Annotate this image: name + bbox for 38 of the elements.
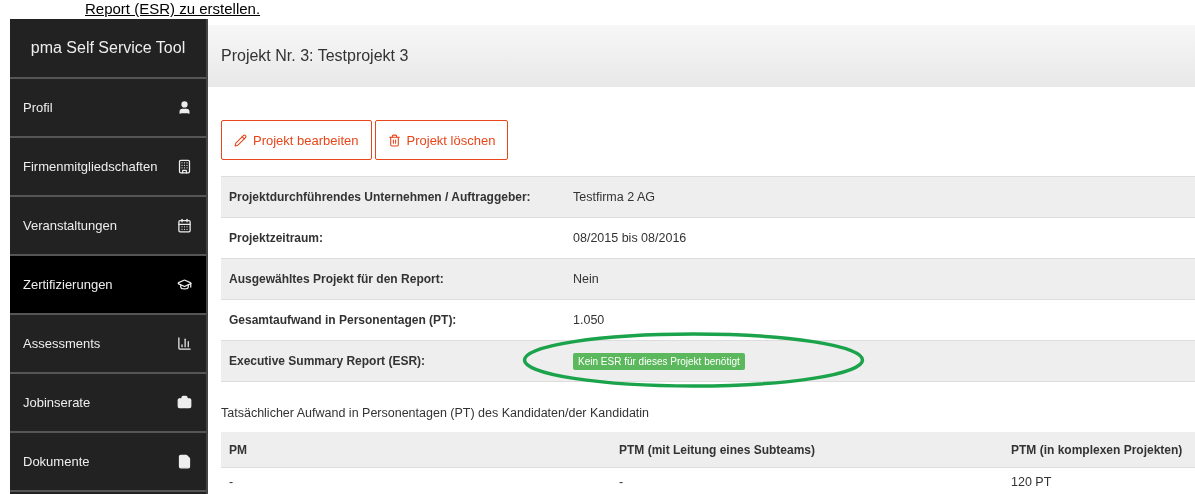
status-badge: Kein ESR für dieses Projekt benötigt bbox=[573, 352, 745, 370]
pencil-icon bbox=[234, 133, 247, 147]
table-cell-text: 120 PT bbox=[1010, 474, 1053, 491]
edit-button[interactable]: Projekt bearbeiten bbox=[221, 120, 372, 160]
trash-icon bbox=[387, 133, 401, 147]
user-icon bbox=[177, 100, 192, 115]
bar-chart-icon bbox=[177, 336, 192, 351]
column-header: PTM (mit Leitung eines Subteams) bbox=[611, 432, 1003, 468]
sidebar-item-label: Jobinserate bbox=[23, 395, 91, 410]
table-cell-text: - bbox=[228, 474, 235, 491]
sidebar-item-label: Assessments bbox=[23, 336, 101, 351]
detail-label: Projektzeitraum: bbox=[228, 231, 325, 245]
detail-label: Projektdurchführendes Unternehmen / Auftraggeber: bbox=[228, 190, 532, 204]
detail-value: 08/2015 bis 08/2016 bbox=[573, 231, 687, 245]
column-header: PTM (in komplexen Projekten) bbox=[1003, 432, 1195, 468]
delete-button[interactable]: Projekt löschen bbox=[374, 120, 509, 160]
table-cell-text: - bbox=[618, 474, 625, 491]
detail-value: Nein bbox=[573, 272, 599, 286]
graduation-cap-icon bbox=[177, 277, 192, 292]
building-icon bbox=[177, 159, 192, 174]
file-icon bbox=[177, 454, 192, 469]
calendar-icon bbox=[177, 218, 192, 233]
detail-value: Testfirma 2 AG bbox=[573, 190, 655, 204]
effort-description: Tatsächlicher Aufwand in Personentagen (PT) des Kandidaten/der Kandidatin bbox=[221, 406, 651, 420]
briefcase-icon bbox=[177, 395, 192, 410]
column-header: PM bbox=[221, 432, 611, 468]
detail-label: Ausgewähltes Projekt für den Report: bbox=[228, 272, 445, 286]
detail-label: Executive Summary Report (ESR): bbox=[228, 354, 427, 368]
detail-value: 1.050 bbox=[573, 313, 605, 327]
page-title: Projekt Nr. 3: Testprojekt 3 bbox=[221, 47, 409, 65]
sidebar-item[interactable]: Zertifizierungen bbox=[10, 256, 206, 315]
sidebar-item-label: Veranstaltungen bbox=[23, 218, 117, 233]
sidebar-item-label: Firmenmitgliedschaften bbox=[23, 159, 158, 174]
document-caption: Report (ESR) zu erstellen. bbox=[85, 0, 261, 18]
sidebar-item-label: Zertifizierungen bbox=[23, 277, 113, 292]
sidebar-item-label: Dokumente bbox=[23, 454, 90, 469]
sidebar-item-label: Profil bbox=[23, 100, 53, 115]
detail-label: Gesamtaufwand in Personentagen (PT): bbox=[228, 313, 458, 327]
